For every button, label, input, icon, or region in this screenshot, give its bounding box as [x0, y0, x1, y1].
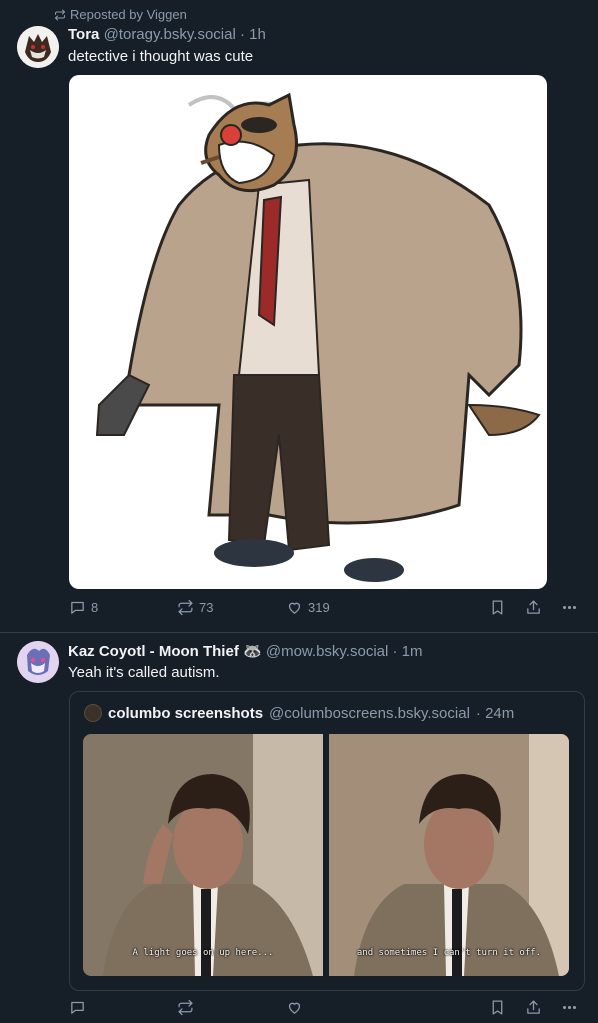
post-header: Kaz Coyotl - Moon Thief 🦝 @mow.bsky.soci…: [68, 642, 423, 660]
post-header: Tora @toragy.bsky.social · 1h: [68, 26, 266, 43]
post-text: Yeah it's called autism.: [68, 664, 220, 681]
avatar[interactable]: [84, 704, 102, 722]
repost-icon: [55, 9, 65, 20]
bookmark-icon: [492, 1000, 503, 1015]
post-actions: [0, 999, 598, 1023]
like-icon: [288, 602, 301, 614]
repost-icon: [178, 599, 193, 616]
quoted-post-time[interactable]: · 24m: [476, 705, 514, 722]
subtitle-left: A light goes on up here...: [132, 948, 274, 958]
repost-label: Reposted by Viggen: [70, 7, 187, 22]
quoted-post-header: columbo screenshots @columboscreens.bsky…: [84, 704, 514, 722]
like-button[interactable]: [286, 999, 308, 1016]
reply-count: 8: [91, 600, 99, 615]
author-name[interactable]: Kaz Coyotl - Moon Thief 🦝: [68, 643, 262, 660]
wolf-detective-drawing-icon: [95, 92, 541, 582]
wolf-avatar-icon: [17, 26, 59, 68]
share-icon: [527, 1000, 540, 1014]
post-image[interactable]: [69, 75, 547, 589]
columbo-frame-icon: [329, 734, 569, 976]
like-count: 319: [308, 600, 330, 615]
post-time[interactable]: · 1h: [240, 26, 266, 43]
avatar[interactable]: [17, 641, 59, 683]
bookmark-button[interactable]: [489, 599, 506, 616]
columbo-frame-icon: [83, 734, 323, 976]
repost-button[interactable]: [177, 999, 199, 1016]
subtitle-right: and sometimes I can't turn it off.: [356, 948, 542, 958]
repost-count: 73: [199, 600, 214, 615]
like-icon: [288, 1002, 301, 1014]
author-handle[interactable]: @mow.bsky.social: [266, 643, 388, 660]
reply-button[interactable]: 8: [69, 599, 98, 616]
share-icon: [527, 600, 540, 614]
repost-indicator[interactable]: Reposted by Viggen: [54, 7, 187, 22]
repost-icon: [178, 999, 193, 1016]
repost-button[interactable]: 73: [177, 599, 213, 616]
post-text: detective i thought was cute: [68, 48, 254, 65]
quoted-author-handle[interactable]: @columboscreens.bsky.social: [269, 705, 470, 722]
more-icon: [562, 605, 577, 610]
quoted-image-left[interactable]: A light goes on up here...: [83, 734, 323, 976]
share-button[interactable]: [525, 999, 542, 1016]
quoted-image-right[interactable]: and sometimes I can't turn it off.: [329, 734, 569, 976]
share-button[interactable]: [525, 599, 542, 616]
quoted-author-name[interactable]: columbo screenshots: [108, 705, 263, 722]
quoted-post[interactable]: columbo screenshots @columboscreens.bsky…: [69, 691, 585, 991]
reply-icon: [71, 601, 84, 614]
more-button[interactable]: [561, 999, 578, 1016]
reply-icon: [71, 1001, 84, 1014]
bookmark-icon: [492, 600, 503, 615]
author-name[interactable]: Tora: [68, 26, 99, 43]
author-handle[interactable]: @toragy.bsky.social: [104, 26, 236, 43]
avatar[interactable]: [17, 26, 59, 68]
reply-button[interactable]: [69, 999, 91, 1016]
post-actions: 8 73 319: [0, 599, 598, 623]
more-button[interactable]: [561, 599, 578, 616]
feed-post-kaz[interactable]: Kaz Coyotl - Moon Thief 🦝 @mow.bsky.soci…: [0, 633, 598, 1022]
coyote-avatar-icon: [17, 641, 59, 683]
feed-post-tora[interactable]: Reposted by Viggen Tora @toragy.bsky.soc…: [0, 0, 598, 633]
more-icon: [562, 1005, 577, 1010]
bookmark-button[interactable]: [489, 999, 506, 1016]
like-button[interactable]: 319: [286, 599, 330, 616]
post-time[interactable]: · 1m: [393, 643, 423, 660]
